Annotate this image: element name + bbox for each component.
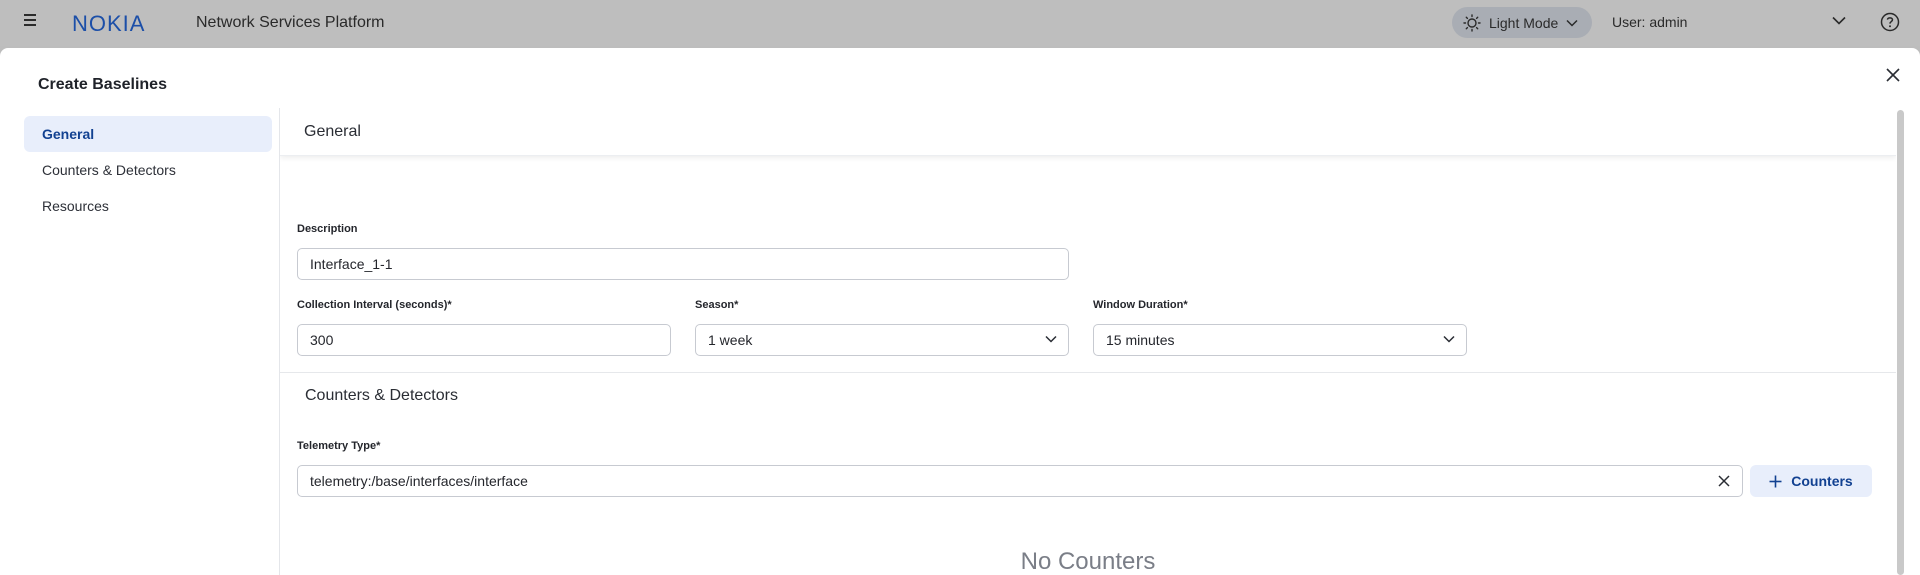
season-label: Season* <box>695 299 739 311</box>
collection-interval-input[interactable]: 300 <box>297 324 671 356</box>
season-value: 1 week <box>708 332 753 348</box>
section-divider <box>280 372 1896 373</box>
svg-text:NOKIA: NOKIA <box>72 11 145 35</box>
chevron-down-icon <box>1045 335 1057 343</box>
general-section-header: General <box>280 108 1896 156</box>
season-select[interactable]: 1 week <box>695 324 1069 356</box>
window-duration-value: 15 minutes <box>1106 332 1175 348</box>
light-mode-label: Light Mode <box>1489 14 1559 31</box>
app-title: Network Services Platform <box>196 14 385 31</box>
close-icon <box>1886 68 1900 82</box>
telemetry-type-label: Telemetry Type* <box>297 440 381 452</box>
modal-title: Create Baselines <box>38 76 167 93</box>
description-label: Description <box>297 223 358 235</box>
nav-item-label: General <box>42 126 95 142</box>
description-value: Interface_1-1 <box>310 256 393 272</box>
scrollbar-thumb[interactable] <box>1897 110 1904 575</box>
chevron-down-icon[interactable] <box>1832 16 1846 25</box>
add-counters-label: Counters <box>1791 473 1853 489</box>
close-button[interactable] <box>1883 65 1903 85</box>
section-nav: General Counters & Detectors Resources <box>24 116 272 224</box>
window-duration-select[interactable]: 15 minutes <box>1093 324 1467 356</box>
user-menu[interactable]: User: admin <box>1612 14 1687 30</box>
create-baselines-modal: Create Baselines General Counters & Dete… <box>0 48 1920 575</box>
description-input[interactable]: Interface_1-1 <box>297 248 1069 280</box>
telemetry-type-input[interactable]: telemetry:/base/interfaces/interface <box>297 465 1743 497</box>
plus-icon <box>1769 475 1782 487</box>
telemetry-type-value: telemetry:/base/interfaces/interface <box>310 473 528 489</box>
nav-item-label: Resources <box>42 198 109 214</box>
empty-state-text: No Counters <box>1020 548 1156 575</box>
sun-icon <box>1463 13 1481 32</box>
chevron-down-icon <box>1566 19 1578 27</box>
counters-section-title: Counters & Detectors <box>305 387 458 404</box>
clear-icon[interactable] <box>1718 475 1730 487</box>
window-duration-label: Window Duration* <box>1093 299 1188 311</box>
nokia-logo[interactable]: NOKIA <box>72 11 158 35</box>
form-content: General Description Interface_1-1 Collec… <box>280 108 1896 575</box>
collection-interval-label: Collection Interval (seconds)* <box>297 299 452 311</box>
light-mode-toggle[interactable]: Light Mode <box>1452 7 1592 38</box>
collection-interval-value: 300 <box>310 332 334 348</box>
content-scrollbar[interactable] <box>1896 110 1905 575</box>
nav-item-general[interactable]: General <box>24 116 272 152</box>
add-counters-button[interactable]: Counters <box>1750 465 1872 497</box>
general-section-title: General <box>304 123 361 140</box>
nav-item-counters-detectors[interactable]: Counters & Detectors <box>24 152 272 188</box>
nav-item-resources[interactable]: Resources <box>24 188 272 224</box>
chevron-down-icon <box>1443 335 1455 343</box>
top-bar: NOKIA Network Services Platform Light Mo… <box>0 0 1920 46</box>
help-icon[interactable] <box>1880 12 1900 32</box>
menu-icon[interactable] <box>24 14 38 28</box>
nav-item-label: Counters & Detectors <box>42 162 176 178</box>
